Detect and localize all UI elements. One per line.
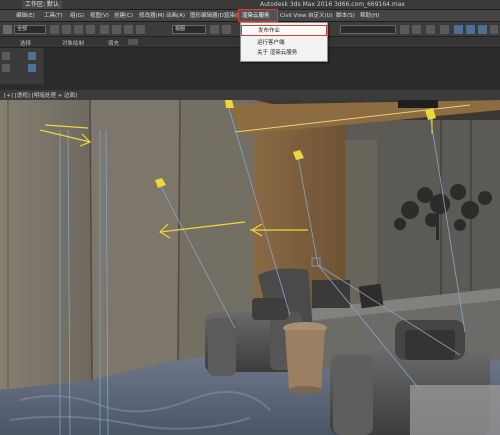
menu-scripting[interactable]: 脚本(S) xyxy=(336,12,355,20)
menu-group[interactable]: 组(G) xyxy=(70,12,84,20)
menu-create[interactable]: 创建(C) xyxy=(114,12,133,20)
panel-grid-icon[interactable] xyxy=(28,52,36,60)
menu-modifiers[interactable]: 修改器(M) xyxy=(139,12,165,20)
menu-item-about[interactable]: 关于 渲染云服务 xyxy=(241,48,327,59)
ribbon-tab-object-paint[interactable]: 对象绘制 xyxy=(62,39,84,47)
mirror-icon[interactable] xyxy=(400,25,409,34)
scale-icon[interactable] xyxy=(124,25,133,34)
panel-grid-icon[interactable] xyxy=(28,64,36,72)
wall-panel xyxy=(90,100,180,380)
menu-help[interactable]: 帮助(H) xyxy=(360,12,379,20)
menu-civil-view[interactable]: Civil View xyxy=(280,12,306,20)
menu-graph-editors[interactable]: 图形编辑器(D) xyxy=(190,12,226,20)
rect-select-icon[interactable] xyxy=(74,25,83,34)
pivot-icon[interactable] xyxy=(210,25,219,34)
move-icon[interactable] xyxy=(100,25,109,34)
select-object-icon[interactable] xyxy=(50,25,59,34)
render-setup-icon[interactable] xyxy=(478,25,487,34)
watermark xyxy=(410,385,500,435)
rotate-icon[interactable] xyxy=(112,25,121,34)
ribbon-panel xyxy=(0,48,45,84)
reference-coord-dropdown[interactable]: 视图 xyxy=(172,25,206,34)
align-icon[interactable] xyxy=(412,25,421,34)
menu-item-submit-job[interactable]: 发布作业 xyxy=(241,25,327,36)
menu-render-cloud[interactable]: 渲染云服务 xyxy=(238,9,278,22)
panel-tool-icon[interactable] xyxy=(2,64,10,72)
curve-editor-icon[interactable] xyxy=(454,25,463,34)
side-table xyxy=(283,322,327,394)
viewport-label[interactable]: [+] [透视] [明暗处理 + 边面] xyxy=(4,91,77,99)
viewport-scene xyxy=(0,100,500,435)
ribbon-tab-selection[interactable]: 选择 xyxy=(20,39,31,47)
ribbon-tab-populate[interactable]: 填充 xyxy=(108,39,119,47)
menu-tools[interactable]: 工具(T) xyxy=(44,12,63,20)
window-title: Autodesk 3ds Max 2016 3d66.com_669164.ma… xyxy=(260,1,405,8)
layer-manager-icon[interactable] xyxy=(426,25,435,34)
material-editor-icon[interactable] xyxy=(466,25,475,34)
menu-edit[interactable]: 编辑(E) xyxy=(16,12,35,20)
place-icon[interactable] xyxy=(136,25,145,34)
render-cloud-dropdown: 发布作业 运行客户端 关于 渲染云服务 xyxy=(240,22,328,62)
perspective-viewport[interactable] xyxy=(0,100,500,435)
select-manipulate-icon[interactable] xyxy=(222,25,231,34)
sofa-cushion xyxy=(312,280,350,308)
undo-icon[interactable] xyxy=(3,25,12,34)
window-crossing-icon[interactable] xyxy=(86,25,95,34)
projector xyxy=(398,100,438,108)
select-by-name-icon[interactable] xyxy=(62,25,71,34)
menu-animation[interactable]: 动画(A) xyxy=(166,12,185,20)
sofa-cushion xyxy=(358,283,384,309)
named-selection-sets[interactable] xyxy=(340,25,396,34)
ribbon-expand-icon[interactable] xyxy=(128,39,138,45)
menu-render-cloud-label: 渲染云服务 xyxy=(242,13,270,19)
workspace-selector[interactable]: 工作区: 默认 xyxy=(22,1,62,9)
menu-customize[interactable]: 自定义(U) xyxy=(308,12,333,20)
selection-filter-dropdown[interactable]: 全部 xyxy=(14,25,46,34)
panel-tool-icon[interactable] xyxy=(2,52,10,60)
render-icon[interactable] xyxy=(490,25,498,34)
graphite-toggle-icon[interactable] xyxy=(440,25,449,34)
viewport-label-bar: [+] [透视] [明暗处理 + 边面] xyxy=(0,90,500,100)
wall-panel xyxy=(0,100,92,390)
menu-views[interactable]: 视图(V) xyxy=(90,12,109,20)
